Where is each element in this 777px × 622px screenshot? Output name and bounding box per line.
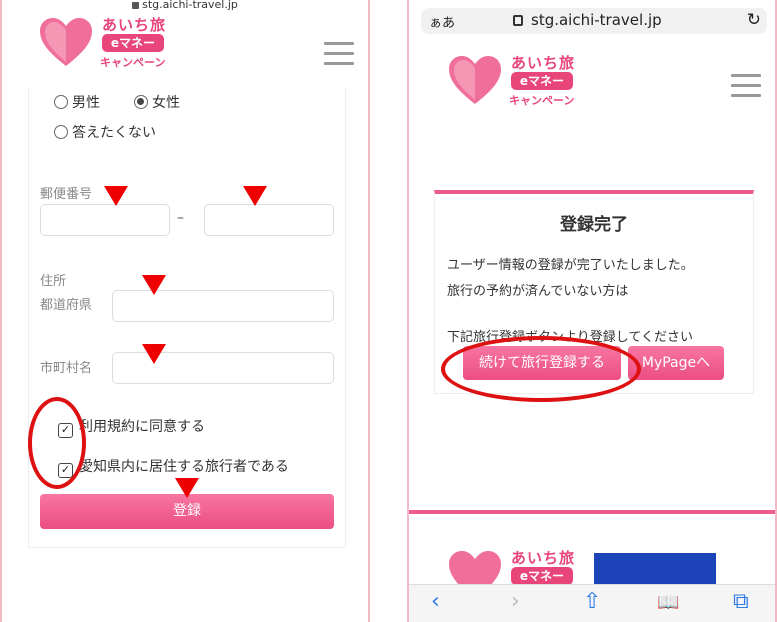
url-text: stg.aichi-travel.jp xyxy=(531,11,662,29)
screenshot-composite: stg.aichi-travel.jp あいち旅 eマネー キャンペーン 男性 … xyxy=(0,0,777,622)
back-icon[interactable]: ‹ xyxy=(431,589,440,614)
safari-address-bar[interactable]: ぁあ stg.aichi-travel.jp ↻ xyxy=(421,8,767,34)
heart-logo-icon xyxy=(447,54,503,106)
prefecture-label: 都道府県 xyxy=(40,298,93,313)
radio-no-answer-label: 答えたくない xyxy=(72,125,156,141)
share-icon[interactable]: ⇧ xyxy=(583,589,601,614)
logo-pill: eマネー xyxy=(102,34,164,52)
annotation-arrow xyxy=(175,478,199,498)
radio-male-label: 男性 xyxy=(72,95,100,111)
logo-pill: eマネー xyxy=(511,72,573,90)
annotation-arrow xyxy=(142,275,166,295)
text-size-button[interactable]: ぁあ xyxy=(429,12,455,31)
radio-no-answer[interactable] xyxy=(54,125,68,139)
menu-hamburger-icon[interactable] xyxy=(731,74,761,98)
reload-icon[interactable]: ↻ xyxy=(747,10,761,30)
section-divider xyxy=(409,510,775,514)
lock-icon xyxy=(132,1,140,9)
logo-line1: あいち旅 xyxy=(102,16,167,34)
gender-male-option[interactable]: 男性 xyxy=(54,92,100,112)
postal-dash: – xyxy=(177,210,184,226)
logo-line1: あいち旅 xyxy=(511,549,576,567)
registration-complete-screen: ぁあ stg.aichi-travel.jp ↻ あいち旅 eマネー キャンペー… xyxy=(407,0,777,622)
tabs-icon[interactable]: ⧉ xyxy=(733,589,749,614)
radio-female[interactable] xyxy=(134,95,148,109)
annotation-arrow xyxy=(142,344,166,364)
bookmarks-icon[interactable]: 📖 xyxy=(657,592,679,613)
lock-icon xyxy=(513,15,523,26)
completion-message: ユーザー情報の登録が完了いたしました。 xyxy=(447,258,694,273)
completion-title: 登録完了 xyxy=(560,215,628,235)
safari-toolbar: ‹ › ⇧ 📖 ⧉ xyxy=(409,584,775,622)
resident-option[interactable]: ✓ 愛知県内に居住する旅行者である xyxy=(58,456,289,478)
logo-line1: あいち旅 xyxy=(511,54,576,72)
postal-code-second-input[interactable] xyxy=(204,204,334,236)
mypage-button[interactable]: MyPageへ xyxy=(628,346,724,380)
logo-pill: eマネー xyxy=(511,567,573,585)
register-button[interactable]: 登録 xyxy=(40,494,334,529)
logo-line2: キャンペーン xyxy=(100,56,166,69)
gender-no-answer-option[interactable]: 答えたくない xyxy=(54,122,156,142)
url-text: stg.aichi-travel.jp xyxy=(142,0,238,11)
annotation-circle xyxy=(441,336,641,402)
campaign-logo[interactable]: あいち旅 eマネー キャンペーン xyxy=(30,14,190,74)
annotation-arrow xyxy=(104,186,128,206)
menu-hamburger-icon[interactable] xyxy=(324,42,354,66)
logo-line2: キャンペーン xyxy=(509,94,575,107)
heart-logo-icon xyxy=(38,16,94,68)
resident-label: 愛知県内に居住する旅行者である xyxy=(79,459,289,475)
registration-form-screen: stg.aichi-travel.jp あいち旅 eマネー キャンペーン 男性 … xyxy=(0,0,370,622)
postal-code-first-input[interactable] xyxy=(40,204,170,236)
postal-code-label: 郵便番号 xyxy=(40,187,93,202)
address-label: 住所 xyxy=(40,274,67,289)
gender-female-option[interactable]: 女性 xyxy=(134,92,180,112)
forward-icon[interactable]: › xyxy=(511,589,520,614)
annotation-circle xyxy=(28,397,86,489)
terms-label: 利用規約に同意する xyxy=(79,419,205,435)
address-bar[interactable]: stg.aichi-travel.jp xyxy=(2,0,368,12)
campaign-logo[interactable]: あいち旅 eマネー キャンペーン xyxy=(439,52,599,112)
completion-message-2: 旅行の予約が済んでいない方は xyxy=(447,284,629,299)
city-label: 市町村名 xyxy=(40,361,93,376)
radio-male[interactable] xyxy=(54,95,68,109)
radio-female-label: 女性 xyxy=(152,95,180,111)
annotation-arrow xyxy=(243,186,267,206)
